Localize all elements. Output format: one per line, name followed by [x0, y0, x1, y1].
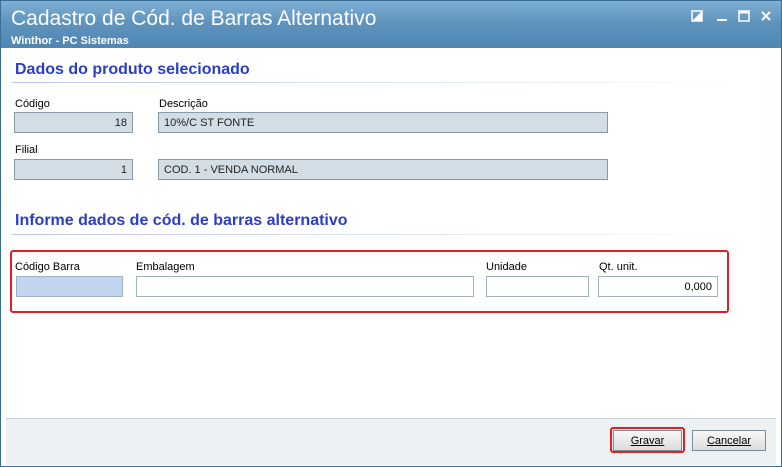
filial-label: Filial [15, 144, 38, 156]
window-title: Cadastro de Cód. de Barras Alternativo [11, 7, 377, 30]
qt-unit-input[interactable] [598, 276, 718, 297]
filial-description-field [158, 159, 608, 180]
app-window: Cadastro de Cód. de Barras Alternativo W… [0, 0, 782, 467]
window-subtitle: Winthor - PC Sistemas [11, 35, 129, 47]
barcode-section-heading: Informe dados de cód. de barras alternat… [15, 212, 348, 229]
cancel-button[interactable]: Cancelar [692, 430, 766, 451]
filial-field [14, 159, 133, 180]
unidade-label: Unidade [486, 261, 527, 273]
title-bar[interactable]: Cadastro de Cód. de Barras Alternativo W… [1, 1, 781, 48]
maximize-icon[interactable] [735, 10, 753, 26]
unidade-input[interactable] [486, 276, 589, 297]
descricao-field [158, 112, 608, 133]
product-section-divider [12, 82, 757, 83]
close-icon[interactable] [757, 10, 775, 26]
barcode-section-divider [12, 234, 757, 235]
codigo-barra-input[interactable] [16, 276, 123, 297]
qt-unit-label: Qt. unit. [599, 261, 638, 273]
codigo-label: Código [15, 98, 50, 110]
restore-icon[interactable] [688, 10, 706, 26]
product-section-heading: Dados do produto selecionado [15, 61, 250, 78]
codigo-field [14, 112, 133, 133]
embalagem-input[interactable] [136, 276, 474, 297]
codigo-barra-label: Código Barra [15, 261, 80, 273]
form-content: Dados do produto selecionado Código Desc… [6, 48, 776, 418]
save-button[interactable]: Gravar [613, 430, 682, 451]
button-bar: Gravar Cancelar [6, 418, 776, 465]
embalagem-label: Embalagem [136, 261, 195, 273]
minimize-icon[interactable] [713, 10, 731, 26]
descricao-label: Descrição [159, 98, 208, 110]
